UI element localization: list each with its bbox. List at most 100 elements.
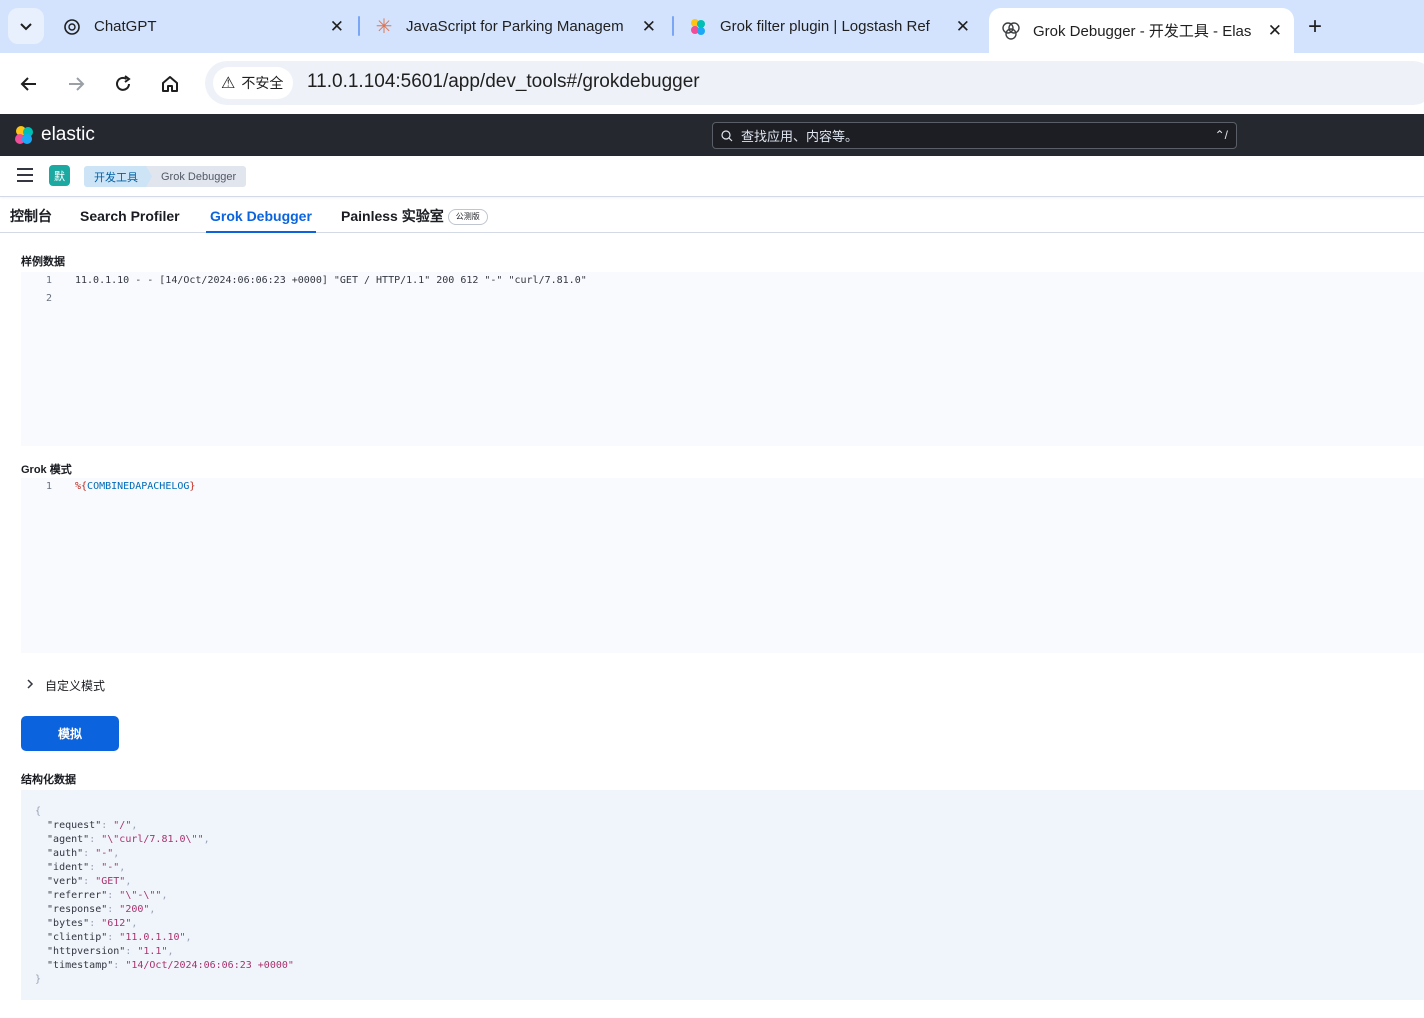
arrow-left-icon xyxy=(20,77,36,91)
pattern-open: %{ xyxy=(75,481,88,492)
pattern-name: COMBINEDAPACHELOG xyxy=(87,481,190,492)
back-button[interactable] xyxy=(14,69,44,99)
simulate-button[interactable]: 模拟 xyxy=(21,716,119,751)
json-value: "-" xyxy=(101,862,120,873)
reload-button[interactable] xyxy=(108,69,138,99)
forward-button[interactable] xyxy=(61,69,91,99)
tab-painless-lab[interactable]: Painless 实验室 公测版 xyxy=(341,197,488,233)
tab-search-profiler[interactable]: Search Profiler xyxy=(80,197,180,233)
tab-label: Search Profiler xyxy=(80,208,180,224)
json-value: "\"curl/7.81.0\"" xyxy=(101,834,204,845)
json-value: "GET" xyxy=(95,876,126,887)
reload-icon xyxy=(116,75,131,91)
editor-line: 1 11.0.1.10 - - [14/Oct/2024:06:06:23 +00… xyxy=(21,272,587,290)
pattern-close: } xyxy=(189,481,196,492)
editor-line: 2 xyxy=(21,290,75,308)
openai-icon xyxy=(62,17,82,37)
tab-console[interactable]: 控制台 xyxy=(10,197,52,233)
breadcrumb-bar: 默 开发工具 Grok Debugger xyxy=(0,156,1424,197)
json-key: "response" xyxy=(35,904,108,915)
url-text[interactable]: 11.0.1.104:5601/app/dev_tools#/grokdebug… xyxy=(307,71,700,93)
json-comma: , xyxy=(119,862,126,873)
global-search-input[interactable]: 查找应用、内容等。 ⌃/ xyxy=(712,122,1237,149)
browser-tab-strip: ChatGPT ✕ ✳ JavaScript for Parking Manag… xyxy=(0,0,1424,53)
json-colon: : xyxy=(107,932,120,943)
custom-patterns-toggle[interactable]: 自定义模式 xyxy=(25,677,105,694)
json-colon: : xyxy=(113,960,126,971)
json-entry: "ident": "-", xyxy=(35,861,125,875)
json-colon: : xyxy=(101,820,114,831)
json-comma: , xyxy=(161,890,168,901)
line-number: 1 xyxy=(45,275,52,286)
json-entry: "httpversion": "1.1", xyxy=(35,945,173,959)
kibana-icon xyxy=(1001,21,1021,41)
json-key: "ident" xyxy=(35,862,90,873)
grok-pattern-label: Grok 模式 xyxy=(21,464,72,476)
json-entry: "verb": "GET", xyxy=(35,875,131,889)
json-entry: "agent": "\"curl/7.81.0\"", xyxy=(35,833,210,847)
menu-icon[interactable] xyxy=(17,168,33,184)
warning-icon: ⚠ xyxy=(221,75,236,92)
json-value: "\"-\"" xyxy=(119,890,162,901)
json-colon: : xyxy=(125,946,138,957)
editor-line: 1 %{COMBINEDAPACHELOG} xyxy=(21,478,195,496)
json-value: "200" xyxy=(119,904,150,915)
dev-tools-tabs: 控制台 Search Profiler Grok Debugger Painle… xyxy=(0,197,1424,233)
json-colon: : xyxy=(89,834,102,845)
close-icon[interactable]: ✕ xyxy=(330,17,344,37)
logo-text: elastic xyxy=(41,124,95,145)
json-entry: "response": "200", xyxy=(35,903,155,917)
json-value: "/" xyxy=(113,820,132,831)
home-icon xyxy=(162,76,178,92)
breadcrumb-grok-debugger: Grok Debugger xyxy=(146,166,247,187)
beta-badge: 公测版 xyxy=(447,209,488,226)
json-entry: "request": "/", xyxy=(35,819,137,833)
security-indicator[interactable]: ⚠ 不安全 xyxy=(213,67,294,99)
sample-data-label: 样例数据 xyxy=(21,256,65,268)
tab-grok-debugger[interactable]: Grok Debugger xyxy=(206,197,316,233)
browser-tab-grok-debugger[interactable]: Grok Debugger - 开发工具 - Elas ✕ xyxy=(989,8,1294,53)
space-avatar[interactable]: 默 xyxy=(49,165,70,186)
new-tab-button[interactable]: + xyxy=(1308,13,1322,41)
claude-icon: ✳ xyxy=(375,16,393,38)
json-key: "referrer" xyxy=(35,890,108,901)
line-number: 2 xyxy=(45,293,52,304)
close-icon[interactable]: ✕ xyxy=(642,17,656,37)
json-key: "agent" xyxy=(35,834,90,845)
breadcrumb-dev-tools[interactable]: 开发工具 xyxy=(84,166,154,187)
json-key: "httpversion" xyxy=(35,946,126,957)
elastic-icon xyxy=(688,17,708,37)
json-colon: : xyxy=(89,862,102,873)
tab-separator xyxy=(672,16,674,36)
close-icon[interactable]: ✕ xyxy=(1268,21,1282,41)
json-key: "request" xyxy=(35,820,102,831)
sample-data-editor[interactable]: 1 11.0.1.10 - - [14/Oct/2024:06:06:23 +00… xyxy=(21,272,1424,446)
json-entry: "auth": "-", xyxy=(35,847,119,861)
browser-toolbar: ⚠ 不安全 11.0.1.104:5601/app/dev_tools#/gro… xyxy=(0,53,1424,114)
json-comma: , xyxy=(125,876,132,887)
line-number: 1 xyxy=(45,481,52,492)
structured-data-label: 结构化数据 xyxy=(21,774,76,786)
browser-tab-claude[interactable]: ✳ JavaScript for Parking Managem ✕ xyxy=(374,9,656,44)
arrow-right-icon xyxy=(69,77,85,91)
tab-search-button[interactable] xyxy=(8,8,44,44)
elastic-logo[interactable]: elastic xyxy=(13,124,95,146)
tab-title: Grok filter plugin | Logstash Ref xyxy=(720,18,930,35)
json-colon: : xyxy=(83,876,96,887)
browser-tab-chatgpt[interactable]: ChatGPT ✕ xyxy=(62,9,344,44)
json-key: "timestamp" xyxy=(35,960,114,971)
grok-pattern-editor[interactable]: 1 %{COMBINEDAPACHELOG} xyxy=(21,478,1424,653)
close-icon[interactable]: ✕ xyxy=(956,17,970,37)
json-comma: , xyxy=(131,918,138,929)
json-colon: : xyxy=(107,890,120,901)
json-entry: "referrer": "\"-\"", xyxy=(35,889,167,903)
json-value: "612" xyxy=(101,918,132,929)
address-bar[interactable]: ⚠ 不安全 11.0.1.104:5601/app/dev_tools#/gro… xyxy=(205,61,1424,105)
search-placeholder: 查找应用、内容等。 xyxy=(741,129,859,144)
json-key: "clientip" xyxy=(35,932,108,943)
browser-tab-logstash[interactable]: Grok filter plugin | Logstash Ref ✕ xyxy=(688,9,970,44)
tab-label: Painless 实验室 xyxy=(341,208,444,224)
json-colon: : xyxy=(83,848,96,859)
tab-title: ChatGPT xyxy=(94,18,157,35)
home-button[interactable] xyxy=(155,69,185,99)
